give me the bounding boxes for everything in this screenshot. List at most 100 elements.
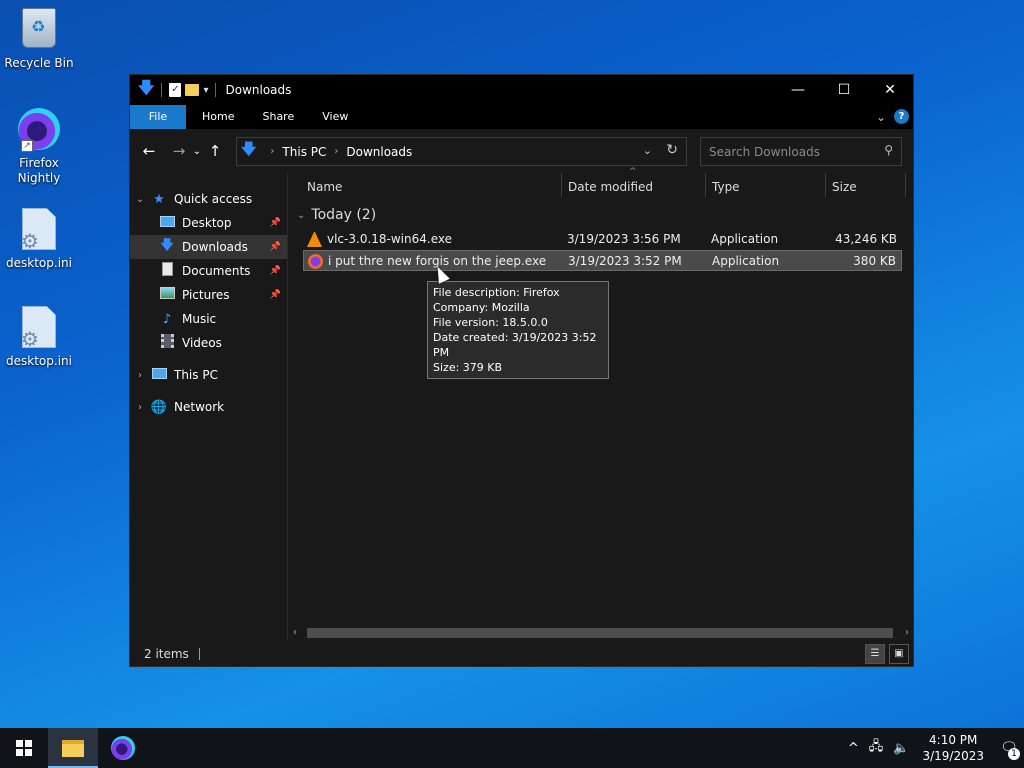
sidebar-item-quick-access[interactable]: ⌄ ★ Quick access [130,187,287,211]
desktop-icon-firefox-nightly[interactable]: ↗ Firefox Nightly [1,108,77,186]
clock[interactable]: 4:10 PM 3/19/2023 [922,732,984,764]
settings-file-icon [17,306,61,350]
file-explorer-window: 🡇 ✓ ▾ Downloads — ☐ ✕ File Home Share Vi… [129,74,914,667]
group-header-today[interactable]: ⌄ Today (2) [297,207,376,223]
sidebar-item-label: Downloads [182,240,248,254]
documents-folder-icon [158,262,176,280]
sidebar-item-desktop[interactable]: Desktop 📌 [130,211,287,235]
taskbar-firefox[interactable] [98,728,148,768]
recent-locations-chevron-icon[interactable]: ⌄ [190,146,204,157]
desktop-icon-label: desktop.ini [6,354,72,368]
forward-button[interactable]: → [168,142,190,160]
sidebar-item-documents[interactable]: Documents 📌 [130,259,287,283]
file-size: 380 KB [853,254,896,268]
expand-chevron-icon[interactable]: › [130,402,150,413]
scrollbar-thumb[interactable] [307,628,893,638]
content-area: ⌄ ★ Quick access Desktop 📌 🡇 Downloads 📌… [130,167,913,640]
taskbar-file-explorer[interactable] [48,728,98,768]
tab-share[interactable]: Share [248,105,308,129]
clock-date: 3/19/2023 [922,749,984,763]
tab-home[interactable]: Home [188,105,248,129]
help-icon[interactable]: ? [894,109,909,124]
column-divider[interactable] [905,173,906,197]
details-view-icon[interactable]: ☰ [865,644,885,664]
file-type: Application [711,232,779,246]
sidebar-item-this-pc[interactable]: › This PC [130,363,287,387]
expand-chevron-icon[interactable]: ⌄ [130,194,150,205]
recycle-bin-icon [17,8,61,52]
vlc-icon [307,232,322,247]
search-icon[interactable]: ⚲ [884,143,893,157]
breadcrumb-downloads[interactable]: Downloads [346,145,412,159]
file-row[interactable]: vlc-3.0.18-win64.exe 3/19/2023 3:56 PM A… [303,229,902,250]
column-header-type[interactable]: Type [712,177,740,197]
firefox-nightly-icon: ↗ [17,108,61,152]
status-bar: 2 items ☰ ▣ [130,642,913,666]
taskbar: ^ 🖧 🔈 4:10 PM 3/19/2023 🗨 1 [0,728,1024,768]
sidebar-item-network[interactable]: › 🌐 Network [130,395,287,419]
navigation-pane: ⌄ ★ Quick access Desktop 📌 🡇 Downloads 📌… [130,173,288,640]
new-folder-icon[interactable] [185,84,200,96]
desktop-icon-label: Recycle Bin [4,56,74,70]
file-date: 3/19/2023 3:56 PM [567,232,681,246]
sidebar-item-pictures[interactable]: Pictures 📌 [130,283,287,307]
column-header-date-modified[interactable]: Date modified [568,177,653,197]
desktop-icon-recycle-bin[interactable]: Recycle Bin [1,8,77,71]
file-row[interactable]: i put thre new forgis on the jeep.exe 3/… [303,250,902,271]
tooltip-line: Size: 379 KB [433,361,503,374]
collapse-chevron-icon[interactable]: ⌄ [297,210,305,221]
breadcrumb-chevron-icon[interactable]: › [334,146,338,157]
search-input[interactable] [709,144,869,159]
address-history-chevron-icon[interactable]: ⌄ [643,144,652,157]
horizontal-scrollbar[interactable]: ‹ › [289,626,913,640]
sidebar-item-videos[interactable]: Videos [130,331,287,355]
address-bar[interactable]: 🡇 › This PC › Downloads ⌄ ↻ [236,137,687,166]
volume-icon[interactable]: 🔈 [893,741,909,756]
back-button[interactable]: ← [138,142,160,160]
customize-toolbar-chevron-icon[interactable]: ▾ [203,85,208,96]
expand-ribbon-chevron-icon[interactable]: ⌄ [876,110,886,124]
breadcrumb-chevron-icon[interactable]: › [270,146,274,157]
download-arrow-icon: 🡇 [241,140,257,158]
file-explorer-icon [62,739,84,757]
status-divider [198,648,200,660]
windows-logo-icon [16,740,32,756]
sidebar-item-music[interactable]: ♪ Music [130,307,287,331]
sidebar-item-downloads[interactable]: 🡇 Downloads 📌 [130,235,287,259]
notification-badge: 1 [1008,748,1020,760]
column-header-size[interactable]: Size [832,177,857,197]
desktop-icon-desktop-ini[interactable]: desktop.ini [1,208,77,271]
firefox-file-icon [308,254,323,269]
large-icons-view-icon[interactable]: ▣ [889,644,909,664]
search-box[interactable]: ⚲ [700,137,902,166]
action-center-button[interactable]: 🗨 1 [994,728,1024,768]
tab-file[interactable]: File [130,105,186,129]
scroll-right-icon[interactable]: › [905,626,909,640]
settings-file-icon [17,208,61,252]
desktop-icon-desktop-ini-2[interactable]: desktop.ini [1,306,77,369]
file-name: vlc-3.0.18-win64.exe [327,232,452,246]
system-tray: ^ 🖧 🔈 4:10 PM 3/19/2023 🗨 1 [843,728,1024,768]
group-label: Today (2) [311,207,377,223]
properties-icon[interactable]: ✓ [169,83,182,97]
start-button[interactable] [0,728,48,768]
close-button[interactable]: ✕ [867,75,913,105]
show-hidden-icons-chevron-icon[interactable]: ^ [848,741,859,756]
column-divider[interactable] [561,173,562,197]
breadcrumb-this-pc[interactable]: This PC [282,145,326,159]
tab-view[interactable]: View [308,105,362,129]
scroll-left-icon[interactable]: ‹ [293,626,297,640]
maximize-button[interactable]: ☐ [821,75,867,105]
column-divider[interactable] [705,173,706,197]
refresh-icon[interactable]: ↻ [666,142,678,158]
view-buttons: ☰ ▣ [865,644,909,664]
sidebar-item-label: Videos [182,336,222,350]
minimize-button[interactable]: — [775,75,821,105]
expand-chevron-icon[interactable]: › [130,370,150,381]
network-status-icon[interactable]: 🖧 [869,737,884,759]
title-bar[interactable]: 🡇 ✓ ▾ Downloads — ☐ ✕ [130,75,913,105]
sort-caret-icon: ^ [629,167,637,177]
up-button[interactable]: ↑ [204,142,226,160]
column-divider[interactable] [825,173,826,197]
column-header-name[interactable]: Name [307,177,342,197]
